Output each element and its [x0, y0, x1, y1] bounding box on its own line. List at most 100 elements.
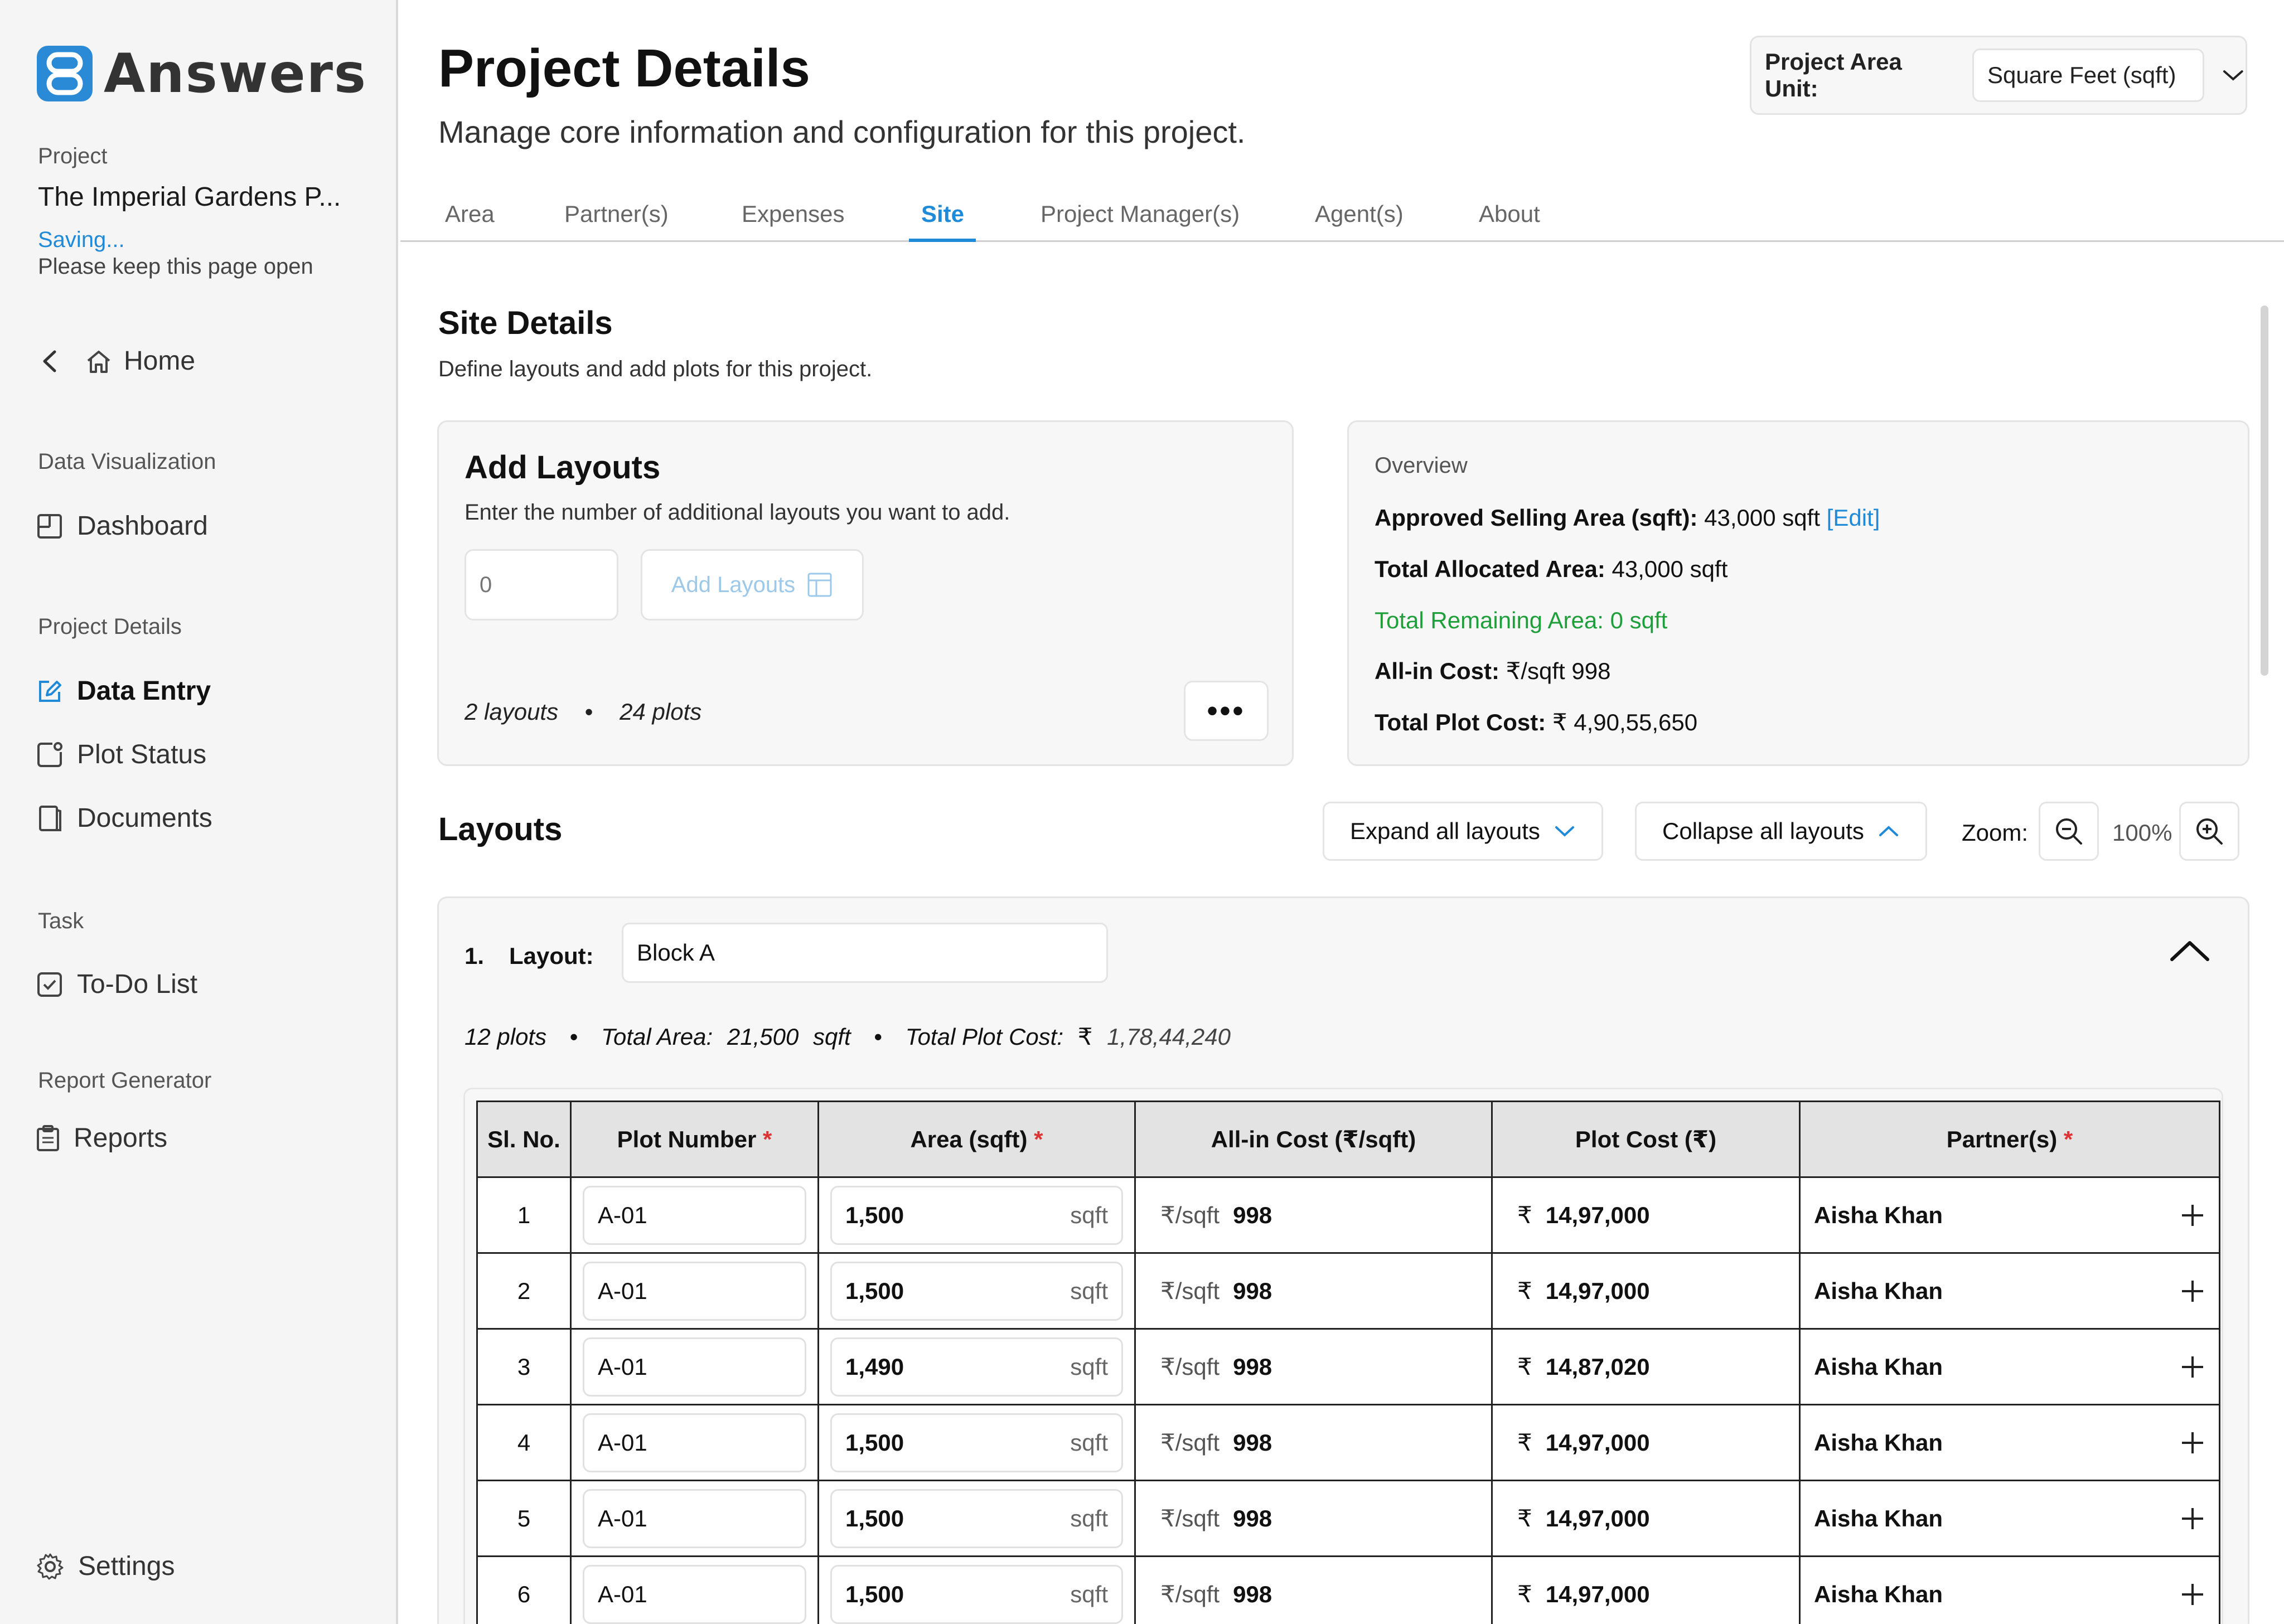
add-partner-plus-icon[interactable]: [2180, 1506, 2205, 1531]
add-layouts-card: Add Layouts Enter the number of addition…: [437, 420, 1294, 766]
area-unit: sqft: [1070, 1353, 1108, 1380]
tab-partners[interactable]: Partner(s): [564, 201, 669, 227]
documents-icon: [39, 805, 61, 831]
page-title: Project Details: [438, 38, 810, 98]
layout-count-input[interactable]: [464, 549, 618, 620]
tab-area[interactable]: Area: [445, 201, 495, 227]
add-partner-plus-icon[interactable]: [2180, 1582, 2205, 1607]
add-layouts-button[interactable]: Add Layouts: [641, 549, 864, 620]
plot-number-input[interactable]: A-01: [583, 1261, 806, 1321]
chevron-down-icon[interactable]: [2221, 67, 2246, 84]
cell-sl-no: 4: [476, 1404, 572, 1481]
tab-agents[interactable]: Agent(s): [1315, 201, 1404, 227]
sidebar-item-reports[interactable]: Reports: [36, 1123, 167, 1153]
add-partner-plus-icon[interactable]: [2180, 1430, 2205, 1456]
add-layouts-description: Enter the number of additional layouts y…: [464, 500, 1010, 525]
plots-count: 24 plots: [620, 699, 702, 725]
area-input[interactable]: 1,490 sqft: [830, 1337, 1123, 1397]
todo-check-icon: [37, 972, 62, 997]
home-label: Home: [124, 346, 196, 376]
cell-area: 1,500 sqft: [817, 1176, 1136, 1254]
section-heading-report-generator: Report Generator: [38, 1068, 212, 1093]
cell-area: 1,500 sqft: [817, 1252, 1136, 1330]
unit-label: Project Area Unit:: [1765, 49, 1902, 101]
cell-plot-cost: ₹14,97,000: [1491, 1555, 1801, 1624]
chevron-left-icon[interactable]: [33, 347, 67, 375]
plot-number-input[interactable]: A-01: [583, 1185, 806, 1245]
home-link[interactable]: Home: [33, 346, 195, 376]
partner-name: Aisha Khan: [1814, 1429, 1943, 1456]
sidebar-item-dashboard[interactable]: Dashboard: [36, 511, 208, 541]
tab-about[interactable]: About: [1479, 201, 1540, 227]
cell-plot-cost: ₹14,97,000: [1491, 1176, 1801, 1254]
sidebar-item-plot-status[interactable]: Plot Status: [36, 739, 206, 770]
expand-all-layouts-button[interactable]: Expand all layouts: [1323, 802, 1603, 861]
area-unit: sqft: [1070, 1581, 1108, 1607]
table-header-row: Sl. No. Plot Number * Area (sqft) * All-…: [476, 1101, 2220, 1178]
gear-icon: [37, 1553, 64, 1579]
page-scrollbar[interactable]: [2261, 306, 2268, 676]
sidebar: Answers Project The Imperial Gardens P..…: [0, 0, 398, 1624]
add-layouts-title: Add Layouts: [464, 449, 661, 486]
layout-index: 1.: [464, 943, 485, 969]
table-row: 1 A-01 1,500 sqft ₹/sqft 998 ₹14,97,000 Aisha K…: [476, 1176, 2220, 1254]
collapse-all-layouts-button[interactable]: Collapse all layouts: [1635, 802, 1927, 861]
plot-number-input[interactable]: A-01: [583, 1337, 806, 1397]
chevron-up-icon[interactable]: [2167, 937, 2212, 965]
zoom-out-icon: [2056, 818, 2082, 845]
plot-number-input[interactable]: A-01: [583, 1564, 806, 1624]
tab-project-managers[interactable]: Project Manager(s): [1041, 201, 1240, 227]
tab-bar: Area Partner(s) Expenses Site Project Ma…: [400, 184, 2284, 242]
cell-sl-no: 5: [476, 1480, 572, 1557]
add-partner-plus-icon[interactable]: [2180, 1278, 2205, 1304]
area-input[interactable]: 1,500 sqft: [830, 1261, 1123, 1321]
cell-all-in-cost: ₹/sqft 998: [1134, 1252, 1493, 1330]
sidebar-item-todo-list[interactable]: To-Do List: [36, 969, 197, 1000]
more-options-button[interactable]: •••: [1184, 681, 1269, 741]
unit-select[interactable]: Square Feet (sqft): [1972, 49, 2205, 102]
area-input[interactable]: 1,500 sqft: [830, 1185, 1123, 1245]
layout-name-input[interactable]: [622, 923, 1108, 983]
all-in-cost: All-in Cost: ₹/sqft 998: [1375, 658, 1611, 684]
sidebar-item-data-entry[interactable]: Data Entry: [36, 676, 211, 706]
sidebar-item-label: Documents: [77, 803, 212, 833]
add-layouts-button-label: Add Layouts: [671, 572, 796, 597]
brand-logo[interactable]: Answers: [37, 42, 367, 105]
total-allocated-area: Total Allocated Area: 43,000 sqft: [1375, 556, 1728, 582]
plot-number-input[interactable]: A-01: [583, 1413, 806, 1472]
table-row: 5 A-01 1,500 sqft ₹/sqft 998 ₹14,97,000 Aisha K…: [476, 1480, 2220, 1557]
sidebar-item-label: To-Do List: [77, 969, 198, 999]
zoom-in-button[interactable]: [2179, 802, 2239, 861]
home-icon: [87, 350, 110, 373]
area-input[interactable]: 1,500 sqft: [830, 1413, 1123, 1472]
cell-all-in-cost: ₹/sqft 998: [1134, 1328, 1493, 1405]
area-unit: sqft: [1070, 1505, 1108, 1531]
tab-expenses[interactable]: Expenses: [742, 201, 844, 227]
layouts-count: 2 layouts: [464, 699, 559, 725]
cell-all-in-cost: ₹/sqft 998: [1134, 1555, 1493, 1624]
area-input[interactable]: 1,500 sqft: [830, 1564, 1123, 1624]
sidebar-item-documents[interactable]: Documents: [36, 803, 212, 833]
zoom-in-icon: [2196, 818, 2223, 845]
add-partner-plus-icon[interactable]: [2180, 1354, 2205, 1380]
total-plot-cost: Total Plot Cost: ₹ 4,90,55,650: [1375, 709, 1698, 735]
area-input[interactable]: 1,500 sqft: [830, 1489, 1123, 1548]
edit-approved-area-link[interactable]: [Edit]: [1827, 505, 1880, 531]
layouts-title: Layouts: [438, 811, 563, 847]
keep-open-note: Please keep this page open: [38, 254, 313, 279]
sidebar-item-settings[interactable]: Settings: [36, 1551, 175, 1582]
chevron-up-icon: [1879, 826, 1898, 836]
area-unit: sqft: [1070, 1277, 1108, 1304]
partner-name: Aisha Khan: [1814, 1353, 1943, 1380]
tab-site[interactable]: Site: [921, 201, 964, 227]
cell-sl-no: 6: [476, 1555, 572, 1624]
sidebar-item-label: Dashboard: [77, 511, 208, 541]
add-partner-plus-icon[interactable]: [2180, 1203, 2205, 1228]
zoom-out-button[interactable]: [2039, 802, 2099, 861]
cell-area: 1,500 sqft: [817, 1555, 1136, 1624]
layout-plot-counts: 2 layouts • 24 plots: [464, 699, 702, 725]
plots-table: Sl. No. Plot Number * Area (sqft) * All-…: [476, 1101, 2220, 1624]
partner-name: Aisha Khan: [1814, 1581, 1943, 1607]
plot-number-input[interactable]: A-01: [583, 1489, 806, 1548]
cell-plot-cost: ₹14,97,000: [1491, 1252, 1801, 1330]
